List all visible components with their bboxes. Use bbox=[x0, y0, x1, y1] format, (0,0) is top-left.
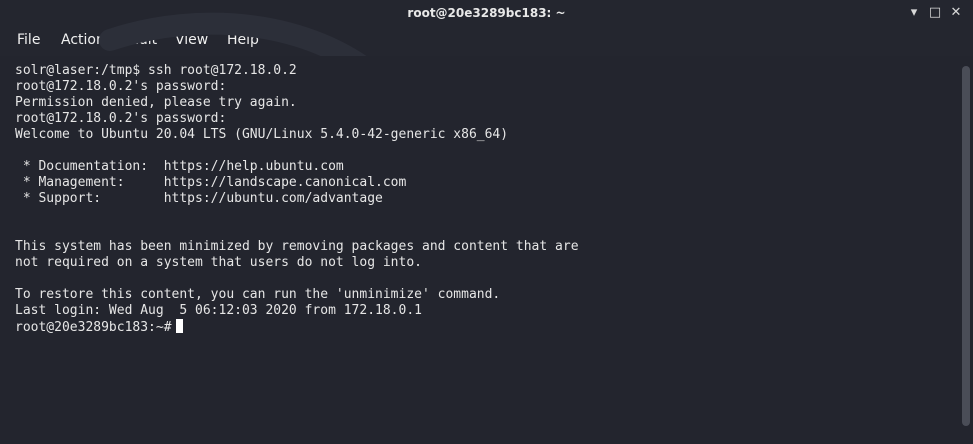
terminal-line: Last login: Wed Aug 5 06:12:03 2020 from… bbox=[15, 303, 422, 318]
terminal-line: To restore this content, you can run the… bbox=[15, 287, 501, 302]
menu-bar: File Actions Edit View Help bbox=[0, 28, 973, 56]
shell-prompt: root@20e3289bc183:~# bbox=[15, 320, 172, 335]
menu-help[interactable]: Help bbox=[227, 32, 259, 48]
menu-actions[interactable]: Actions bbox=[61, 32, 112, 48]
terminal-line: Permission denied, please try again. bbox=[15, 95, 297, 110]
menu-edit[interactable]: Edit bbox=[130, 32, 157, 48]
close-button[interactable]: ✕ bbox=[948, 5, 964, 21]
text-cursor bbox=[175, 319, 183, 333]
maximize-button[interactable]: □ bbox=[927, 5, 943, 21]
terminal-output[interactable]: solr@laser:/tmp$ ssh root@172.18.0.2 roo… bbox=[0, 56, 960, 444]
scrollbar-thumb[interactable] bbox=[962, 66, 970, 426]
terminal-window: root@20e3289bc183: ~ ▾ □ ✕ File Actions … bbox=[0, 0, 973, 444]
terminal-line: * Management: https://landscape.canonica… bbox=[15, 175, 407, 190]
terminal-line: root@172.18.0.2's password: bbox=[15, 111, 227, 126]
terminal-line: solr@laser:/tmp$ ssh root@172.18.0.2 bbox=[15, 63, 297, 78]
terminal-prompt-line[interactable]: root@20e3289bc183:~# bbox=[15, 319, 183, 335]
title-bar[interactable]: root@20e3289bc183: ~ ▾ □ ✕ bbox=[0, 0, 973, 28]
terminal-line: root@172.18.0.2's password: bbox=[15, 79, 227, 94]
menu-file[interactable]: File bbox=[17, 32, 40, 48]
terminal-line: * Support: https://ubuntu.com/advantage bbox=[15, 191, 383, 206]
terminal-line: * Documentation: https://help.ubuntu.com bbox=[15, 159, 344, 174]
menu-view[interactable]: View bbox=[175, 32, 208, 48]
minimize-button[interactable]: ▾ bbox=[906, 5, 922, 21]
terminal-line: Welcome to Ubuntu 20.04 LTS (GNU/Linux 5… bbox=[15, 127, 509, 142]
terminal-line: not required on a system that users do n… bbox=[15, 255, 422, 270]
window-title: root@20e3289bc183: ~ bbox=[407, 6, 566, 20]
terminal-line: This system has been minimized by removi… bbox=[15, 239, 579, 254]
scrollbar[interactable] bbox=[960, 56, 973, 444]
